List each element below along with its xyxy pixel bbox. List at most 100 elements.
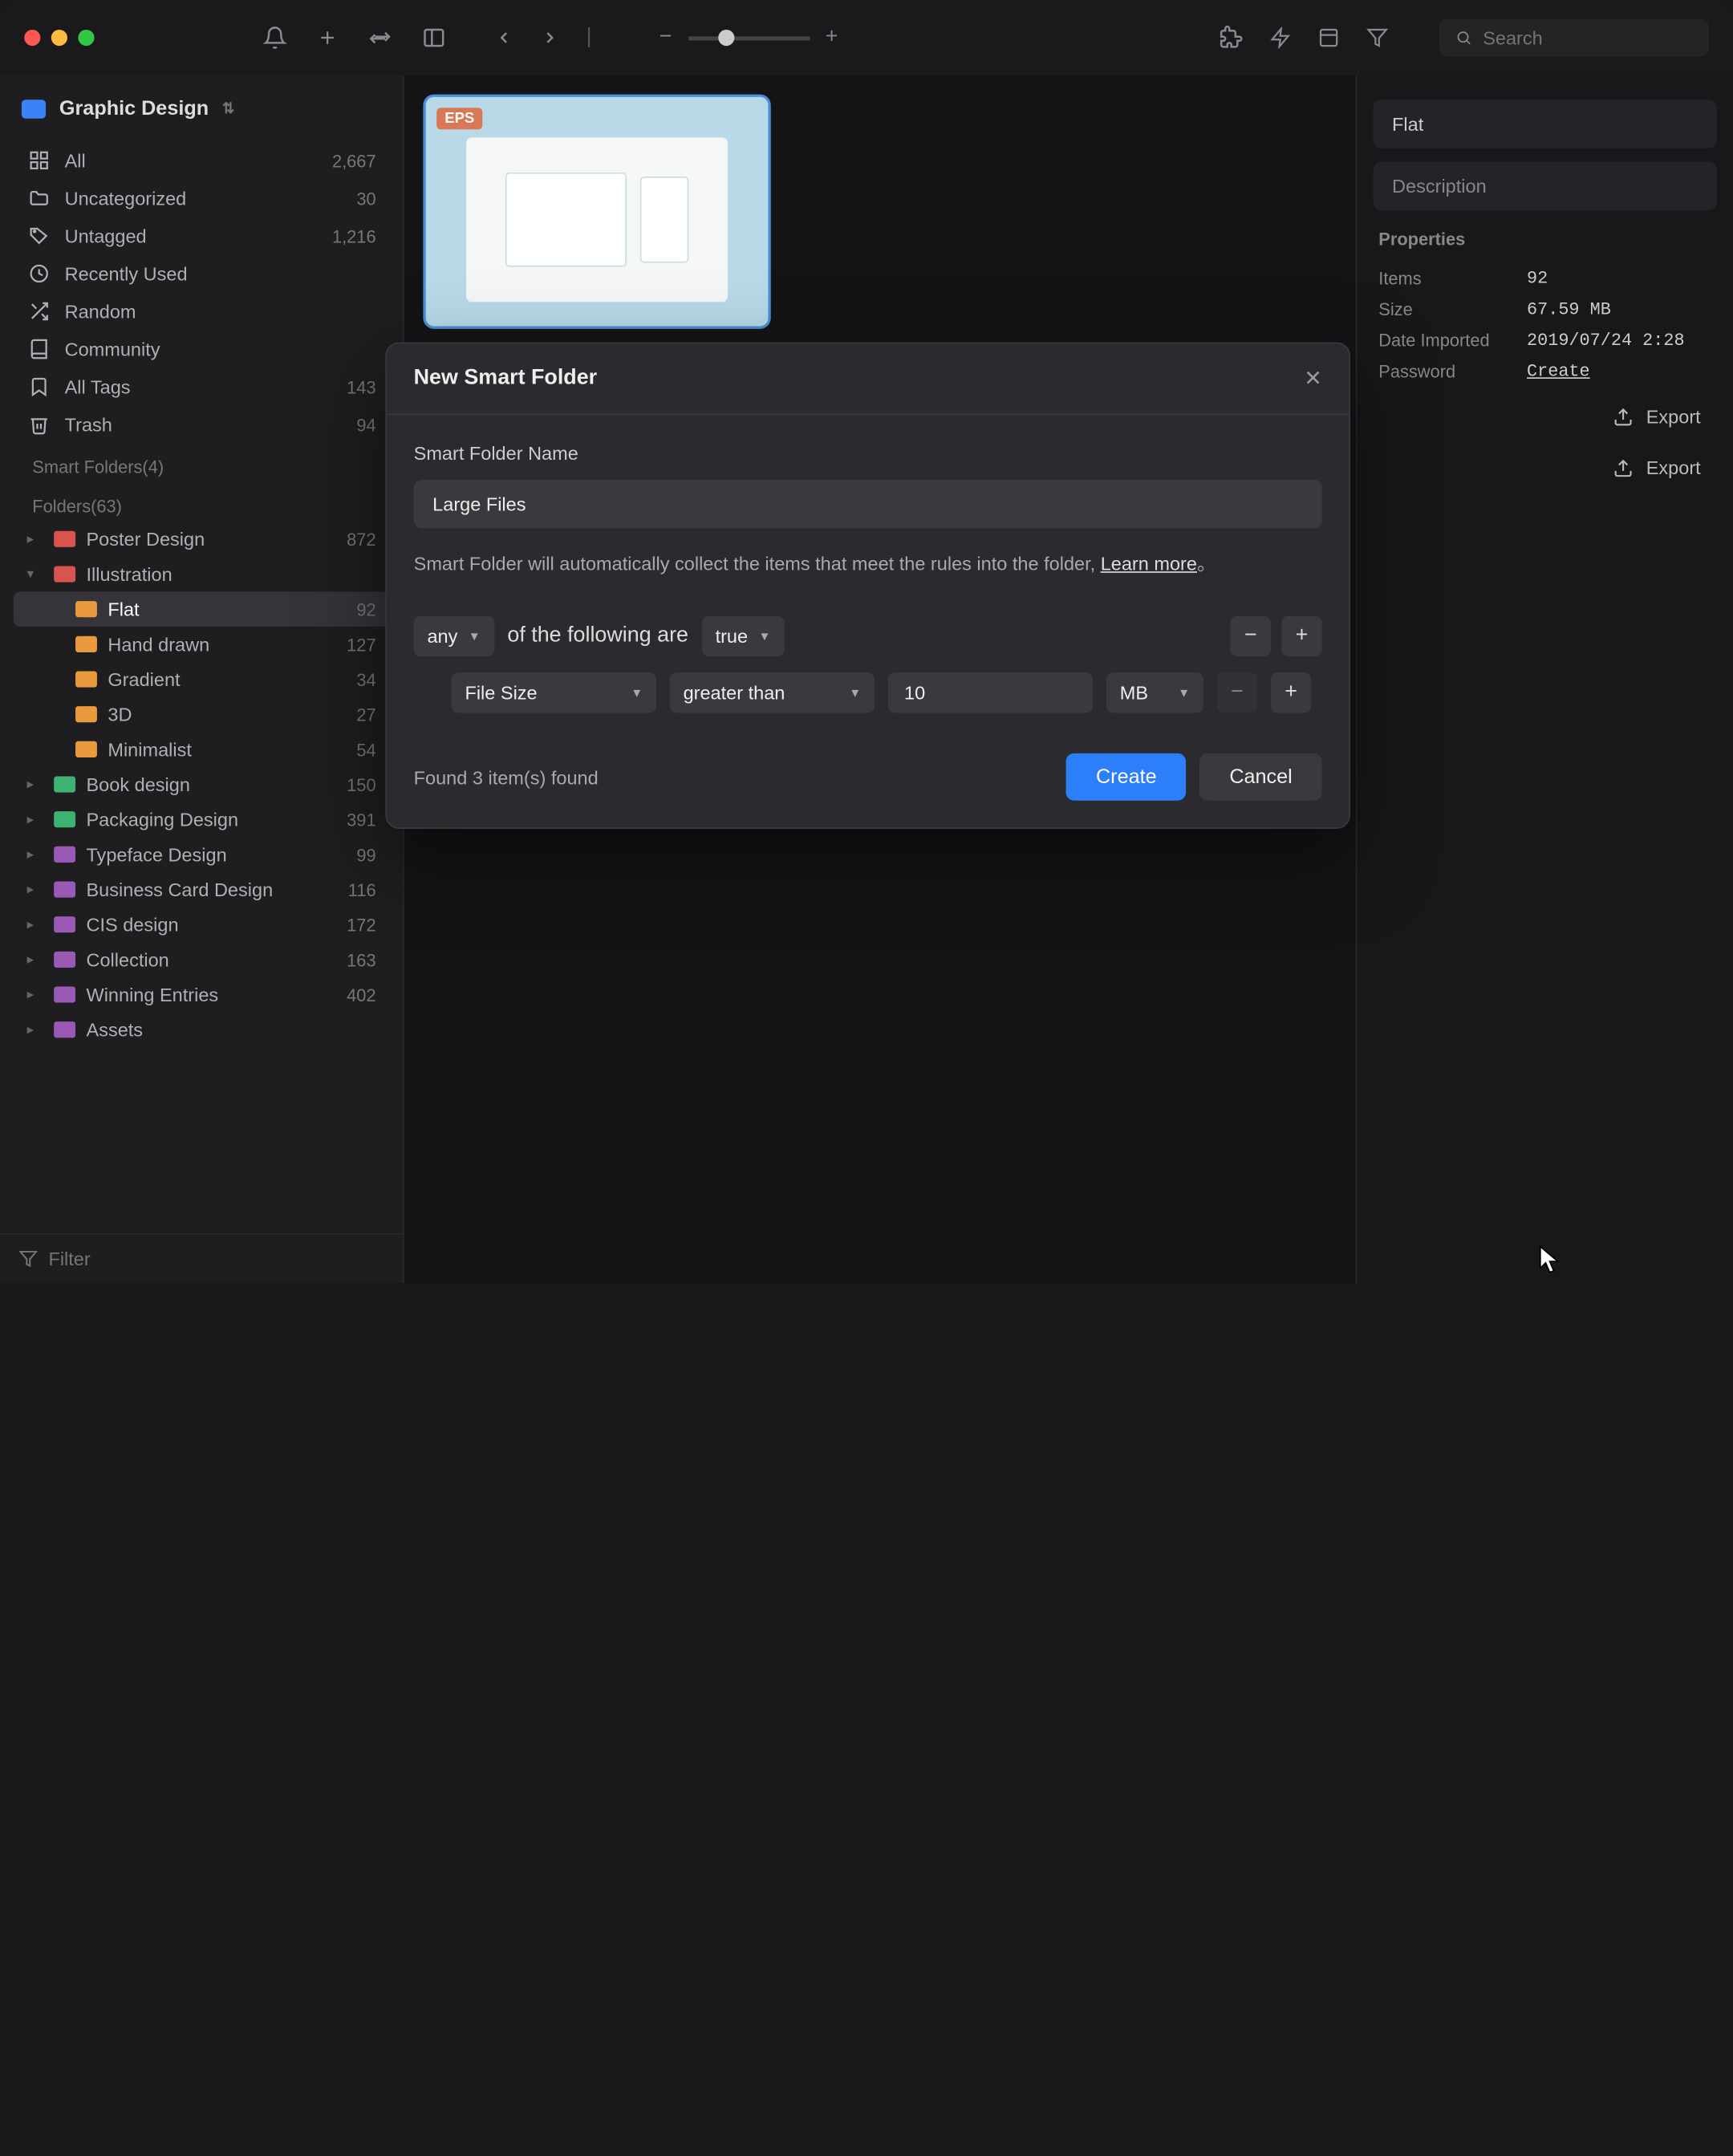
trash-icon bbox=[27, 414, 51, 436]
zoom-in-button[interactable]: + bbox=[826, 26, 838, 50]
folder-3d[interactable]: 3D27 bbox=[14, 696, 390, 732]
sidebar-toggle-icon[interactable] bbox=[422, 26, 446, 50]
create-button[interactable]: Create bbox=[1066, 753, 1187, 801]
rule-unit-select[interactable]: MB▼ bbox=[1106, 672, 1203, 713]
folder-illustration[interactable]: ▾Illustration bbox=[14, 557, 390, 592]
match-bool-select[interactable]: true▼ bbox=[702, 616, 785, 656]
rule-operator-select[interactable]: greater than▼ bbox=[670, 672, 875, 713]
sidebar-item-all[interactable]: All2,667 bbox=[14, 141, 390, 179]
remove-rule-button[interactable]: − bbox=[1217, 672, 1257, 713]
folder-winning-entries[interactable]: ▸Winning Entries402 bbox=[14, 977, 390, 1013]
found-count-text: Found 3 item(s) found bbox=[414, 766, 599, 788]
maximize-window-button[interactable] bbox=[78, 30, 94, 46]
folder-minimalist[interactable]: Minimalist54 bbox=[14, 732, 390, 767]
folder-typeface-design[interactable]: ▸Typeface Design99 bbox=[14, 837, 390, 872]
folder-gradient[interactable]: Gradient34 bbox=[14, 662, 390, 697]
chevron-icon: ▸ bbox=[27, 1022, 43, 1037]
folder-packaging-design[interactable]: ▸Packaging Design391 bbox=[14, 802, 390, 837]
folder-book-design[interactable]: ▸Book design150 bbox=[14, 767, 390, 802]
match-mode-select[interactable]: any▼ bbox=[414, 616, 494, 656]
inspector-panel: Flat Description Properties Items92Size6… bbox=[1356, 75, 1733, 1283]
zoom-out-button[interactable]: − bbox=[660, 26, 672, 50]
prop-value: 67.59 MB bbox=[1527, 299, 1611, 319]
tag-icon bbox=[27, 225, 51, 246]
chevron-icon: ▸ bbox=[27, 882, 43, 896]
search-input[interactable] bbox=[1483, 27, 1692, 49]
minimize-window-button[interactable] bbox=[51, 30, 67, 46]
sidebar-item-trash[interactable]: Trash94 bbox=[14, 406, 390, 444]
folder-business-card-design[interactable]: ▸Business Card Design116 bbox=[14, 872, 390, 907]
cancel-button[interactable]: Cancel bbox=[1199, 753, 1321, 801]
rule-value-input[interactable] bbox=[888, 672, 1093, 713]
filter-icon[interactable] bbox=[1366, 27, 1388, 49]
zoom-control: − + bbox=[660, 26, 838, 50]
sidebar-item-untagged[interactable]: Untagged1,216 bbox=[14, 217, 390, 254]
sidebar-item-random[interactable]: Random bbox=[14, 292, 390, 330]
add-rule-button[interactable]: + bbox=[1271, 672, 1311, 713]
chevron-icon: ▸ bbox=[27, 847, 43, 862]
puzzle-icon[interactable] bbox=[1218, 26, 1242, 50]
folder-icon bbox=[75, 601, 97, 617]
file-type-badge: EPS bbox=[436, 108, 482, 129]
layout-icon[interactable] bbox=[1318, 27, 1340, 49]
window-controls bbox=[24, 30, 94, 46]
learn-more-link[interactable]: Learn more bbox=[1101, 553, 1197, 575]
folder-assets[interactable]: ▸Assets bbox=[14, 1012, 390, 1047]
titlebar: | − + bbox=[0, 0, 1733, 75]
dialog-title: New Smart Folder bbox=[414, 367, 597, 391]
prop-value: 2019/07/24 2:28 bbox=[1527, 331, 1685, 351]
thumbnail-selected[interactable]: EPS bbox=[423, 95, 770, 329]
name-label: Smart Folder Name bbox=[414, 442, 1322, 464]
folder-hand-drawn[interactable]: Hand drawn127 bbox=[14, 627, 390, 662]
sidebar-item-uncategorized[interactable]: Uncategorized30 bbox=[14, 179, 390, 217]
sidebar-filter-box[interactable] bbox=[0, 1233, 403, 1283]
export-button-2[interactable]: Export bbox=[1489, 446, 1717, 489]
prop-items: Items92 bbox=[1374, 263, 1717, 294]
dialog-description: Smart Folder will automatically collect … bbox=[414, 550, 1322, 578]
sidebar-item-all-tags[interactable]: All Tags143 bbox=[14, 368, 390, 406]
dialog-close-button[interactable]: ✕ bbox=[1304, 365, 1322, 392]
sidebar-filter-input[interactable] bbox=[48, 1248, 384, 1269]
bell-icon[interactable] bbox=[263, 26, 287, 50]
prop-value[interactable]: Create bbox=[1527, 361, 1590, 381]
transfer-icon[interactable] bbox=[368, 26, 392, 50]
bolt-icon[interactable] bbox=[1269, 27, 1291, 49]
folder-icon bbox=[75, 741, 97, 757]
close-window-button[interactable] bbox=[24, 30, 40, 46]
folder-flat[interactable]: Flat92 bbox=[14, 591, 390, 627]
remove-group-button[interactable]: − bbox=[1230, 616, 1270, 656]
search-box[interactable] bbox=[1439, 19, 1709, 57]
search-icon bbox=[1455, 28, 1472, 47]
folder-icon bbox=[54, 916, 75, 932]
grid-icon bbox=[27, 149, 51, 171]
nav-forward-button[interactable] bbox=[541, 26, 560, 50]
smart-folder-name-input[interactable] bbox=[414, 480, 1322, 528]
chevron-updown-icon: ⇅ bbox=[222, 99, 234, 117]
folder-icon bbox=[54, 776, 75, 792]
clock-icon bbox=[27, 263, 51, 285]
export-icon bbox=[1613, 406, 1633, 426]
plus-icon[interactable] bbox=[317, 26, 339, 50]
prop-password: PasswordCreate bbox=[1374, 355, 1717, 387]
folder-icon bbox=[54, 881, 75, 897]
smart-folders-header: Smart Folders(4) bbox=[14, 444, 390, 483]
folder-cis-design[interactable]: ▸CIS design172 bbox=[14, 907, 390, 942]
inspector-title[interactable]: Flat bbox=[1374, 99, 1717, 148]
nav-back-button[interactable] bbox=[494, 26, 513, 50]
folder-icon bbox=[75, 671, 97, 687]
chevron-icon: ▸ bbox=[27, 987, 43, 1001]
sidebar-item-recently-used[interactable]: Recently Used bbox=[14, 254, 390, 292]
match-text: of the following are bbox=[507, 624, 688, 648]
new-smart-folder-dialog: New Smart Folder ✕ Smart Folder Name Sma… bbox=[385, 343, 1350, 829]
export-button-1[interactable]: Export bbox=[1489, 395, 1717, 438]
folder-poster-design[interactable]: ▸Poster Design872 bbox=[14, 522, 390, 557]
zoom-slider[interactable] bbox=[688, 36, 809, 40]
prop-date-imported: Date Imported2019/07/24 2:28 bbox=[1374, 325, 1717, 356]
sidebar-item-community[interactable]: Community bbox=[14, 331, 390, 368]
folder-collection[interactable]: ▸Collection163 bbox=[14, 942, 390, 977]
library-selector[interactable]: Graphic Design ⇅ bbox=[0, 86, 403, 130]
folder-icon bbox=[54, 566, 75, 582]
inspector-description[interactable]: Description bbox=[1374, 162, 1717, 210]
add-group-button[interactable]: + bbox=[1281, 616, 1321, 656]
rule-field-select[interactable]: File Size▼ bbox=[452, 672, 656, 713]
